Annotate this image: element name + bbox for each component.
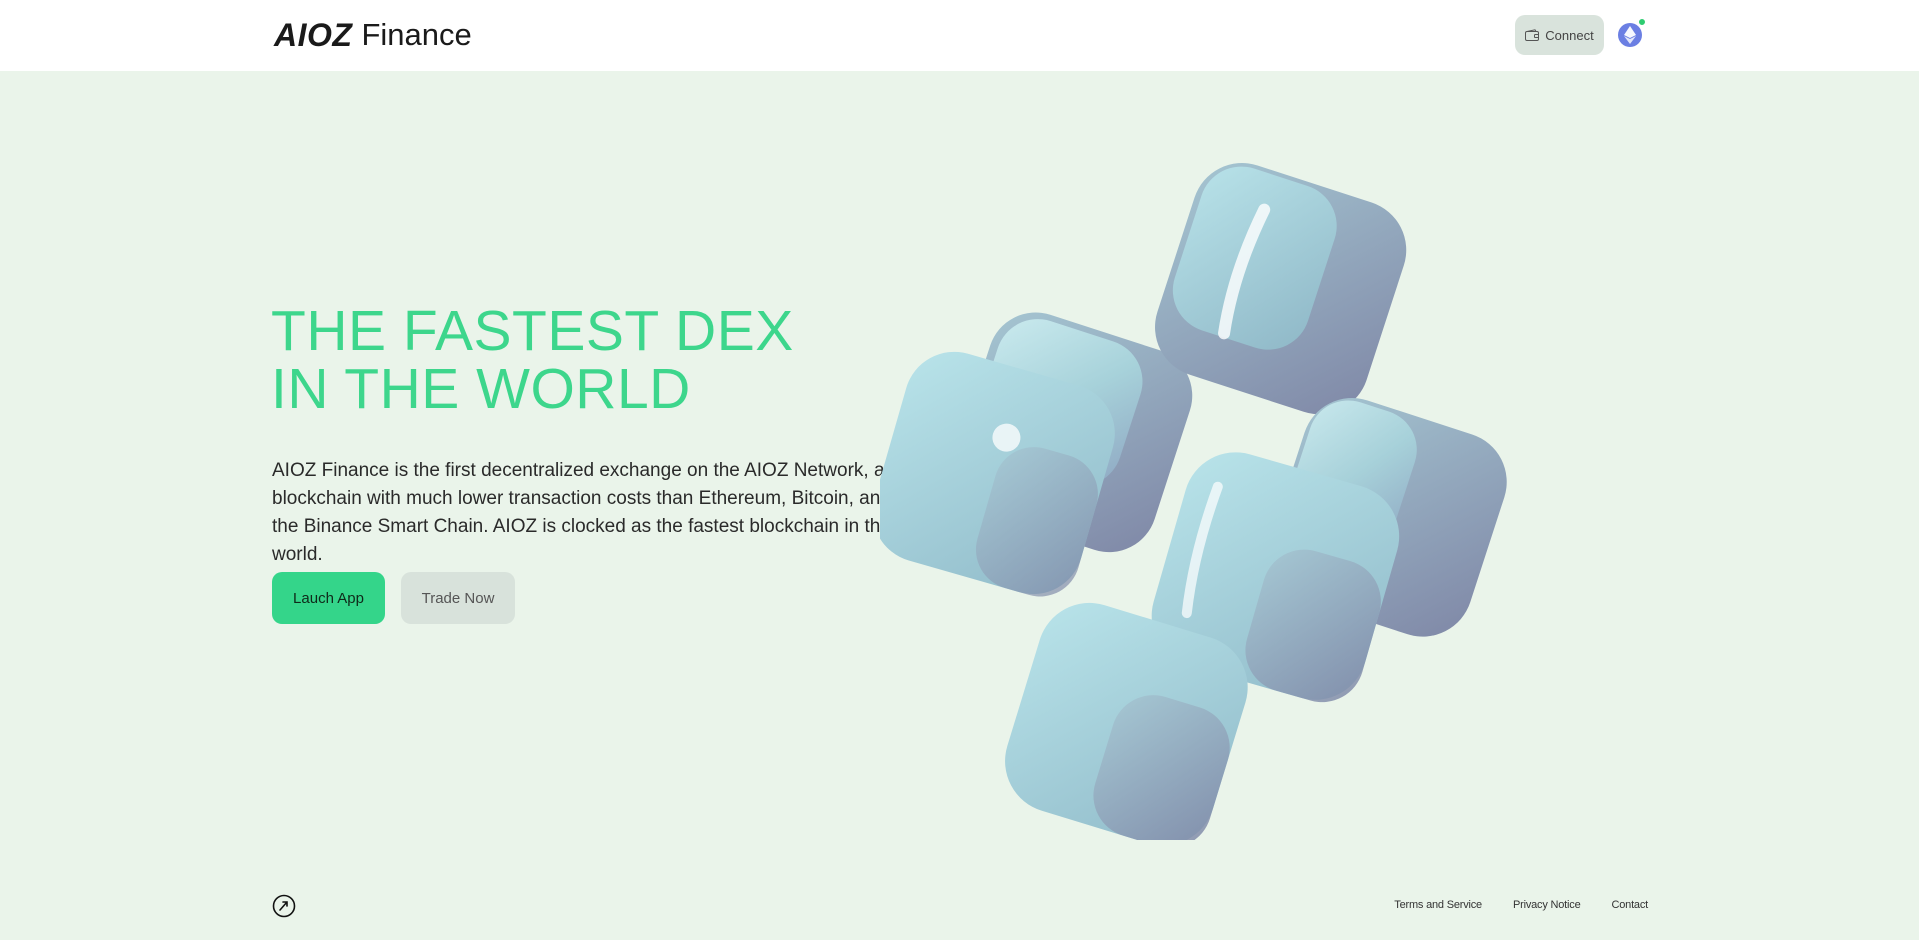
hero-title: THE FASTEST DEX IN THE WORLD bbox=[271, 302, 871, 418]
logo-word: Finance bbox=[361, 17, 472, 52]
network-selector[interactable] bbox=[1618, 23, 1642, 47]
hero-title-line-1: THE FASTEST DEX bbox=[271, 299, 794, 363]
compass-arrow-icon[interactable] bbox=[272, 894, 296, 918]
hero-title-line-2: IN THE WORLD bbox=[271, 357, 691, 421]
logo-brand: AIOZ bbox=[274, 16, 353, 53]
ethereum-icon bbox=[1624, 26, 1636, 44]
contact-link[interactable]: Contact bbox=[1611, 899, 1648, 911]
wallet-icon bbox=[1525, 29, 1540, 41]
connection-status-dot bbox=[1638, 18, 1646, 26]
terms-link[interactable]: Terms and Service bbox=[1394, 899, 1482, 911]
top-nav: AIOZ Finance Connect bbox=[0, 0, 1919, 71]
launch-app-button[interactable]: Lauch App bbox=[272, 572, 385, 624]
connect-wallet-button[interactable]: Connect bbox=[1515, 15, 1604, 55]
footer-links: Terms and Service Privacy Notice Contact bbox=[1394, 899, 1648, 911]
privacy-link[interactable]: Privacy Notice bbox=[1513, 899, 1581, 911]
trade-now-button[interactable]: Trade Now bbox=[401, 572, 515, 624]
glossy-cubes-illustration bbox=[880, 163, 1507, 840]
connect-label: Connect bbox=[1545, 27, 1594, 43]
hero-description: AIOZ Finance is the first decentralized … bbox=[272, 460, 891, 565]
logo[interactable]: AIOZ Finance bbox=[274, 15, 472, 55]
